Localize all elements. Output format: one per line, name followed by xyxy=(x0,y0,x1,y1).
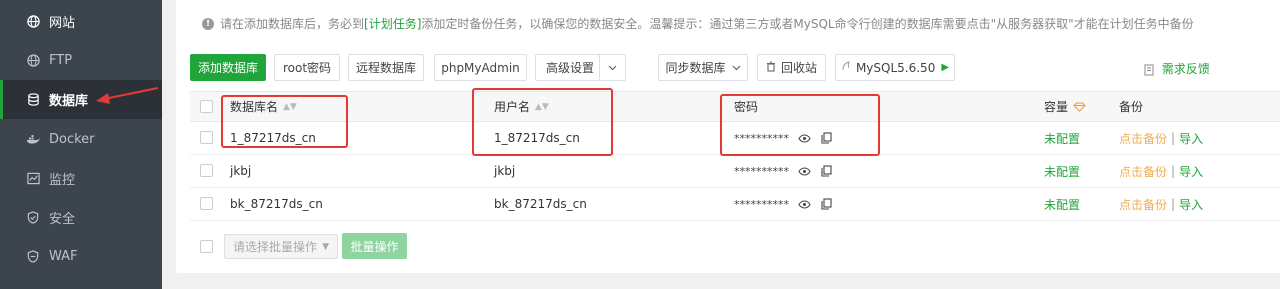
annotation-box-password xyxy=(720,94,880,156)
import-link[interactable]: 导入 xyxy=(1179,163,1203,180)
monitor-icon xyxy=(26,172,40,186)
notice-link[interactable]: [计划任务] xyxy=(364,15,421,32)
main-panel: ! 请在添加数据库后，务必到 [计划任务] 添加定时备份任务，以确保您的数据安全… xyxy=(176,0,1280,273)
backup-link[interactable]: 点击备份 xyxy=(1119,196,1167,213)
feedback-icon xyxy=(1144,64,1155,76)
waf-shield-icon xyxy=(26,250,40,264)
annotation-box-username xyxy=(472,88,613,156)
password-mask: ********** xyxy=(734,197,789,211)
table-row: jkbj jkbj ********** 未配置 点击备份 | 导入 xyxy=(190,155,1280,188)
notice-banner: ! 请在添加数据库后，务必到 [计划任务] 添加定时备份任务，以确保您的数据安全… xyxy=(202,15,1194,32)
select-all-checkbox[interactable] xyxy=(200,99,213,113)
batch-operation-button[interactable]: 批量操作 xyxy=(342,233,407,259)
row-checkbox[interactable] xyxy=(200,164,213,177)
chevron-down-icon xyxy=(599,55,625,80)
sidebar-item-label: Docker xyxy=(49,132,95,147)
mysql-icon xyxy=(841,61,851,74)
feedback-link[interactable]: 需求反馈 xyxy=(1144,60,1210,77)
copy-icon[interactable] xyxy=(819,164,833,178)
diamond-icon xyxy=(1073,101,1086,112)
sidebar-item-security[interactable]: 安全 xyxy=(0,198,162,237)
sidebar-item-label: 数据库 xyxy=(49,94,89,109)
separator: | xyxy=(1171,197,1176,211)
capacity-cell[interactable]: 未配置 xyxy=(1044,155,1080,187)
sidebar-item-label: 安全 xyxy=(49,212,76,227)
globe-icon xyxy=(26,15,40,29)
sidebar-item-label: 监控 xyxy=(49,173,76,188)
capacity-cell[interactable]: 未配置 xyxy=(1044,188,1080,220)
chevron-down-icon xyxy=(732,65,741,71)
username-cell: bk_87217ds_cn xyxy=(494,197,587,211)
column-header-backup: 备份 xyxy=(1119,100,1144,114)
eye-icon[interactable] xyxy=(797,164,811,178)
globe-icon xyxy=(26,54,40,68)
phpmyadmin-button[interactable]: phpMyAdmin xyxy=(434,54,527,81)
recycle-bin-label: 回收站 xyxy=(780,61,817,75)
chevron-down-icon: ▼ xyxy=(322,241,329,252)
sidebar-item-label: FTP xyxy=(49,53,73,68)
sidebar-item-label: 网站 xyxy=(49,16,76,31)
sidebar-item-label: WAF xyxy=(49,249,78,264)
eye-icon[interactable] xyxy=(797,197,811,211)
backup-link[interactable]: 点击备份 xyxy=(1119,130,1167,147)
column-header-label: 容量 xyxy=(1044,100,1069,114)
db-name-cell: jkbj xyxy=(230,164,252,178)
docker-icon xyxy=(26,133,40,147)
trash-icon xyxy=(766,60,776,75)
separator: | xyxy=(1171,131,1176,145)
capacity-cell[interactable]: 未配置 xyxy=(1044,122,1080,154)
play-icon: ▶ xyxy=(941,62,950,73)
batch-select-placeholder: 请选择批量操作 xyxy=(233,240,318,254)
shield-icon xyxy=(26,211,40,225)
batch-operation-select[interactable]: 请选择批量操作 ▼ xyxy=(224,234,338,259)
sync-database-dropdown[interactable]: 同步数据库 xyxy=(658,54,748,81)
table-row: bk_87217ds_cn bk_87217ds_cn ********** 未… xyxy=(190,188,1280,221)
password-cell: ********** xyxy=(734,155,833,187)
separator: | xyxy=(1171,164,1176,178)
password-mask: ********** xyxy=(734,164,789,178)
feedback-label: 需求反馈 xyxy=(1161,62,1210,76)
advanced-settings-label: 高级设置 xyxy=(546,61,595,75)
backup-cell: 点击备份 | 导入 xyxy=(1119,122,1203,154)
import-link[interactable]: 导入 xyxy=(1179,130,1203,147)
add-database-button[interactable]: 添加数据库 xyxy=(190,54,266,81)
advanced-settings-dropdown[interactable]: 高级设置 xyxy=(535,54,626,81)
mysql-version-button[interactable]: MySQL5.6.50 ▶ xyxy=(835,54,955,81)
batch-select-all-checkbox[interactable] xyxy=(200,240,213,253)
notice-prefix: 请在添加数据库后，务必到 xyxy=(220,17,365,31)
sync-database-label: 同步数据库 xyxy=(665,61,726,75)
sidebar: 网站 FTP 数据库 Docker 监控 安全 WAF xyxy=(0,0,162,289)
remote-database-button[interactable]: 远程数据库 xyxy=(348,54,424,81)
sidebar-item-database[interactable]: 数据库 xyxy=(0,80,162,119)
notice-suffix: 添加定时备份任务，以确保您的数据安全。温馨提示：通过第三方或者MySQL命令行创… xyxy=(421,17,1194,31)
row-checkbox[interactable] xyxy=(200,131,213,144)
sidebar-item-docker[interactable]: Docker xyxy=(0,120,162,159)
sidebar-item-website[interactable]: 网站 xyxy=(0,2,162,41)
row-checkbox[interactable] xyxy=(200,197,213,210)
sidebar-item-monitor[interactable]: 监控 xyxy=(0,159,162,198)
backup-cell: 点击备份 | 导入 xyxy=(1119,188,1203,220)
recycle-bin-button[interactable]: 回收站 xyxy=(757,54,826,81)
annotation-box-db-name xyxy=(221,95,348,148)
info-icon: ! xyxy=(202,17,214,30)
root-password-button[interactable]: root密码 xyxy=(274,54,340,81)
mysql-version-label: MySQL5.6.50 xyxy=(855,60,936,75)
backup-cell: 点击备份 | 导入 xyxy=(1119,155,1203,187)
sidebar-item-waf[interactable]: WAF xyxy=(0,237,162,276)
password-cell: ********** xyxy=(734,188,833,220)
db-name-cell: bk_87217ds_cn xyxy=(230,197,323,211)
database-icon xyxy=(26,93,40,107)
sidebar-item-ftp[interactable]: FTP xyxy=(0,41,162,80)
import-link[interactable]: 导入 xyxy=(1179,196,1203,213)
username-cell: jkbj xyxy=(494,164,516,178)
copy-icon[interactable] xyxy=(819,197,833,211)
column-header-capacity: 容量 xyxy=(1044,92,1086,121)
backup-link[interactable]: 点击备份 xyxy=(1119,163,1167,180)
